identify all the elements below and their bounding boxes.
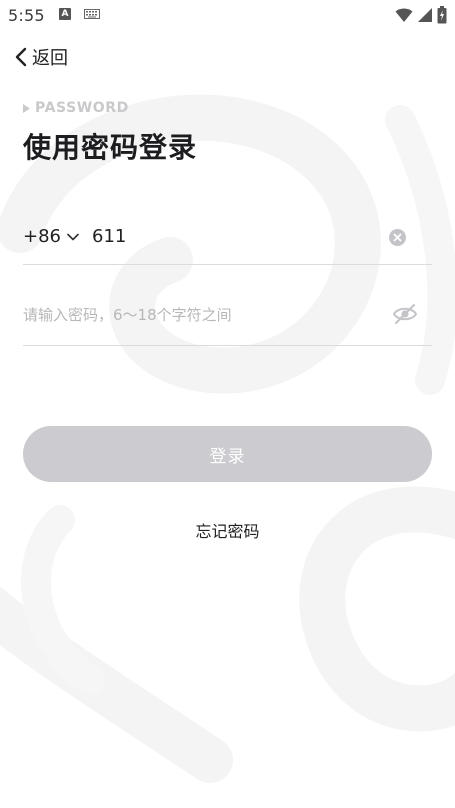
chevron-down-icon <box>67 233 79 240</box>
phone-field-row: +86 611 <box>23 212 432 265</box>
phone-input[interactable]: 611 <box>92 226 126 247</box>
keyboard-a-icon: A <box>59 8 71 20</box>
eye-off-icon[interactable] <box>392 303 418 325</box>
clear-icon[interactable] <box>389 229 406 246</box>
page-title: 使用密码登录 <box>23 131 198 164</box>
country-code-select[interactable]: +86 <box>23 226 79 247</box>
play-triangle-icon <box>23 103 30 113</box>
keyboard-icon <box>84 9 100 19</box>
login-button[interactable]: 登录 <box>23 426 432 482</box>
password-input[interactable] <box>23 302 363 328</box>
status-bar: 5:55 A <box>0 0 455 30</box>
login-label: 登录 <box>209 446 246 467</box>
kicker-text: PASSWORD <box>35 100 129 116</box>
forgot-password-link[interactable]: 忘记密码 <box>0 518 455 542</box>
password-field-row <box>23 290 432 346</box>
back-label: 返回 <box>32 48 68 69</box>
country-code-value: +86 <box>23 226 61 247</box>
kicker: PASSWORD <box>23 100 129 116</box>
chevron-left-icon <box>15 47 27 67</box>
back-button[interactable]: 返回 <box>14 44 68 70</box>
signal-icon <box>418 8 432 22</box>
status-time: 5:55 <box>8 6 45 25</box>
battery-icon <box>437 6 447 24</box>
wifi-icon <box>395 8 413 22</box>
